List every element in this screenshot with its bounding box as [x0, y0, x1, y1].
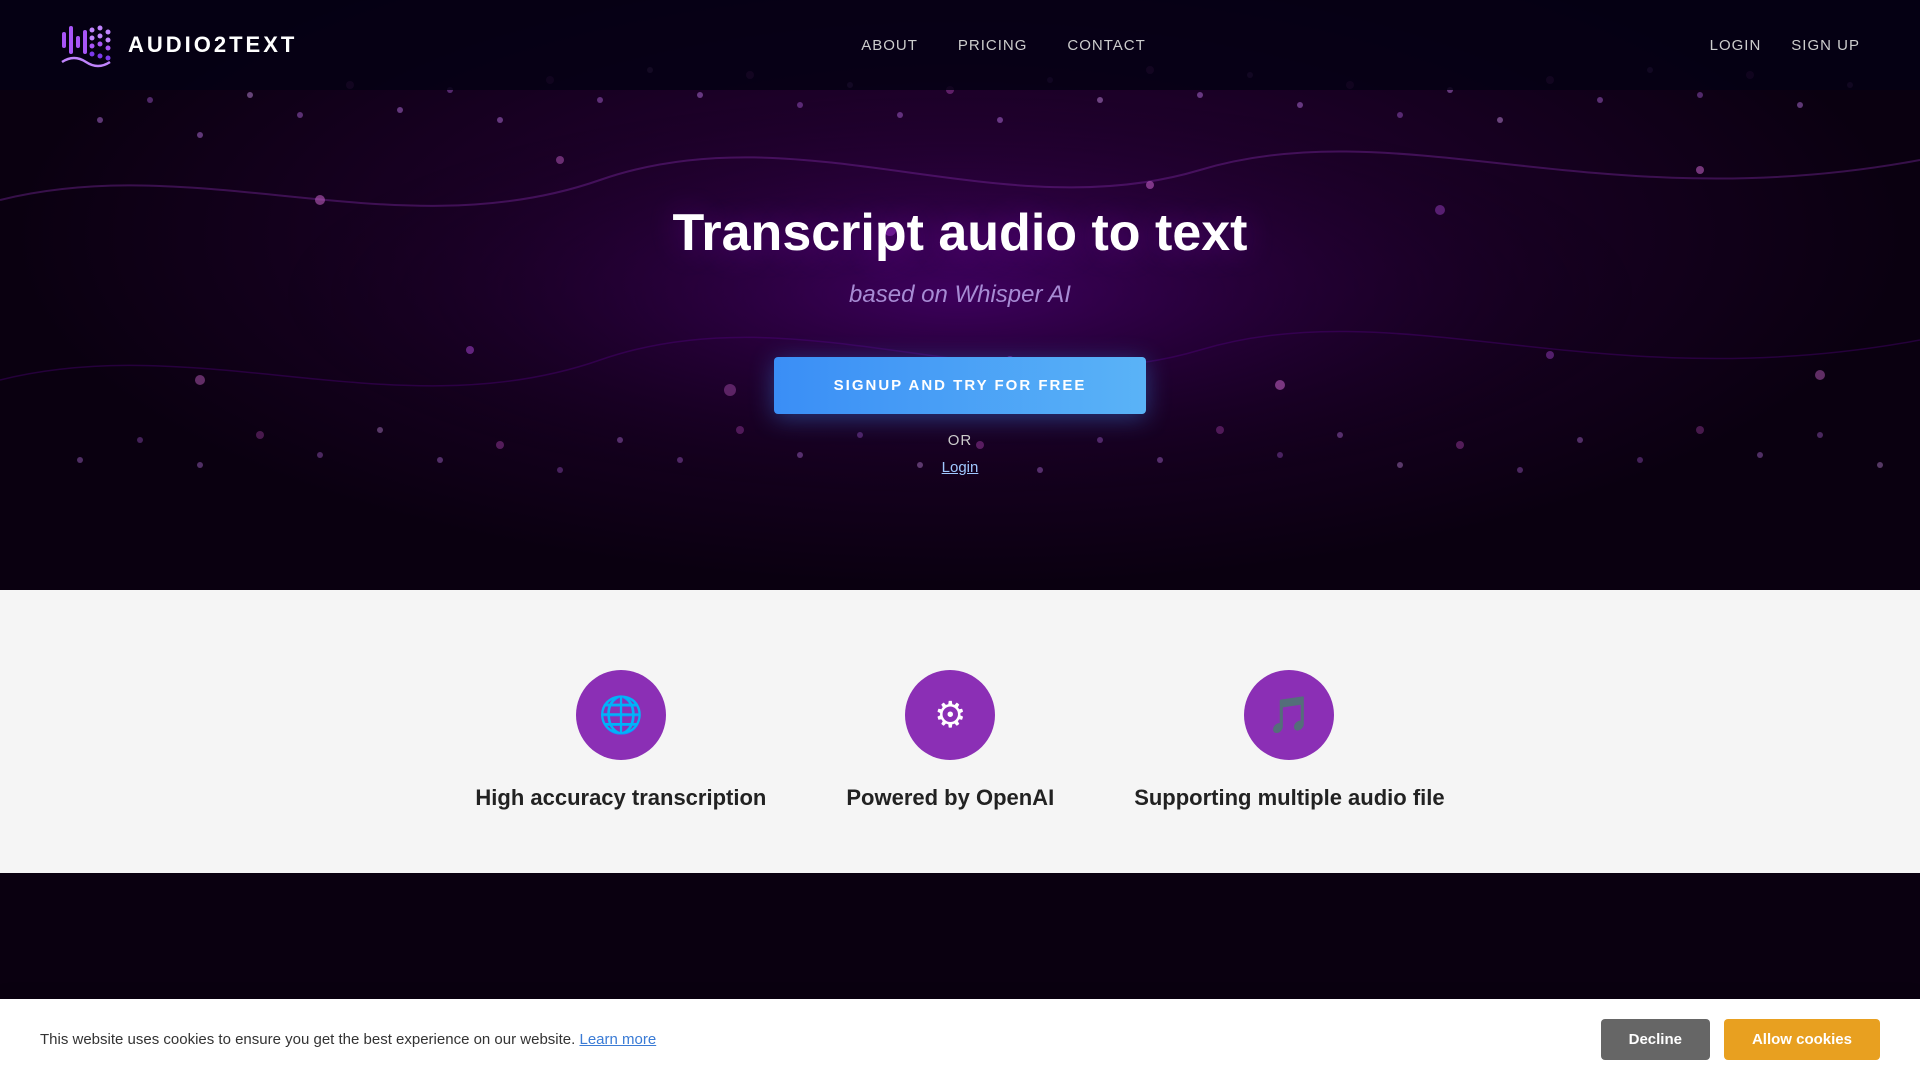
navbar: AUDIO2TEXT ABOUT PRICING CONTACT LOGIN S… — [0, 0, 1920, 90]
feature-title-2: Powered by OpenAI — [846, 784, 1054, 813]
logo-link[interactable]: AUDIO2TEXT — [60, 18, 297, 72]
brand-name: AUDIO2TEXT — [128, 32, 297, 58]
globe-icon: 🌐 — [576, 670, 666, 760]
feature-title-3: Supporting multiple audio file — [1134, 784, 1444, 813]
cookie-learn-more-link[interactable]: Learn more — [579, 1031, 656, 1048]
nav-signup[interactable]: SIGN UP — [1791, 37, 1860, 54]
hero-content: Transcript audio to text based on Whispe… — [673, 203, 1248, 477]
gears-icon: ⚙ — [905, 670, 995, 760]
feature-card-2: ⚙ Powered by OpenAI — [846, 670, 1054, 813]
nav-auth: LOGIN SIGN UP — [1710, 37, 1860, 54]
nav-contact[interactable]: CONTACT — [1067, 37, 1145, 54]
nav-login[interactable]: LOGIN — [1710, 37, 1762, 54]
nav-about[interactable]: ABOUT — [861, 37, 918, 54]
cookie-decline-button[interactable]: Decline — [1601, 1019, 1710, 1060]
cookie-message: This website uses cookies to ensure you … — [40, 1031, 1581, 1048]
hero-login-link[interactable]: Login — [942, 459, 979, 476]
hero-subtitle: based on Whisper AI — [673, 281, 1248, 309]
features-section: 🌐 High accuracy transcription ⚙ Powered … — [0, 590, 1920, 873]
feature-title-1: High accuracy transcription — [475, 784, 766, 813]
logo-icon — [60, 18, 114, 72]
hero-or-text: OR — [673, 432, 1248, 449]
cookie-actions: Decline Allow cookies — [1601, 1019, 1880, 1060]
feature-card-1: 🌐 High accuracy transcription — [475, 670, 766, 813]
cookie-allow-button[interactable]: Allow cookies — [1724, 1019, 1880, 1060]
signup-cta-button[interactable]: SIGNUP AND TRY FOR FREE — [774, 357, 1147, 414]
hero-title: Transcript audio to text — [673, 203, 1248, 263]
nav-links: ABOUT PRICING CONTACT — [861, 37, 1146, 54]
nav-pricing[interactable]: PRICING — [958, 37, 1028, 54]
feature-card-3: 🎵 Supporting multiple audio file — [1134, 670, 1444, 813]
music-icon: 🎵 — [1244, 670, 1334, 760]
cookie-banner: This website uses cookies to ensure you … — [0, 999, 1920, 1080]
